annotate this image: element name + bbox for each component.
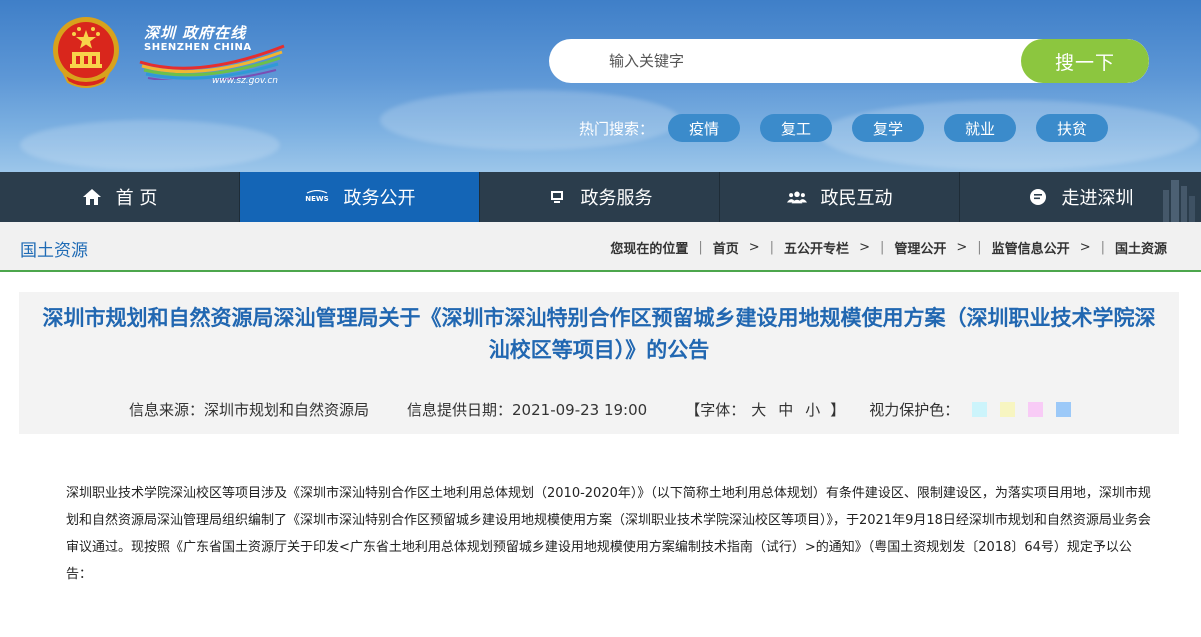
eye-color-swatch-blue[interactable] [1056,402,1072,417]
nav-item-gov-affairs-open[interactable]: NEWS 政务公开 [240,172,480,222]
people-icon [786,187,807,207]
section-title[interactable]: 国土资源 [20,236,88,261]
nav-item-gov-services[interactable]: 政务服务 [480,172,720,222]
font-size-suffix: 】 [830,401,846,419]
article-source: 信息来源：深圳市规划和自然资源局 [129,401,370,419]
article-body: 深圳职业技术学院深汕校区等项目涉及《深圳市深汕特别合作区土地利用总体规划（201… [66,480,1156,588]
eye-protection-label: 视力保护色： [869,401,960,419]
nav-item-about-shenzhen[interactable]: 走进深圳 [960,172,1201,222]
breadcrumb-management-open[interactable]: 管理公开 [894,238,946,257]
chat-icon [1028,187,1048,207]
logo-cn-text: 深圳 政府在线 [144,24,247,42]
hot-tag-poverty-relief[interactable]: 扶贫 [1036,114,1109,142]
shenzhen-logo[interactable]: 深圳 政府在线 SHENZHEN CHINA www.sz.gov.cn [138,18,288,90]
logo-site-text: www.sz.gov.cn [212,76,278,86]
hot-tag-resume-school[interactable]: 复学 [852,114,925,142]
hot-tag-employment[interactable]: 就业 [944,114,1017,142]
nav-label: 首 页 [115,188,158,209]
nav-item-home[interactable]: 首 页 [0,172,240,222]
eye-color-swatch-yellow[interactable] [1000,402,1016,417]
hot-search: 热门搜索： 疫情 复工 复学 就业 扶贫 [579,114,1128,142]
eye-color-swatch-pink[interactable] [1028,402,1044,417]
chevron-right-icon: > [859,240,870,255]
search-box: 搜一下 [549,39,1149,83]
font-size-large-button[interactable]: 大 [751,399,766,420]
breadcrumb-home[interactable]: 首页 [713,238,739,257]
font-size-prefix: 【字体： [685,401,746,419]
nav-label: 政务服务 [580,188,653,209]
hot-search-label: 热门搜索： [579,119,655,138]
skyline-decoration-icon [1163,180,1195,222]
font-size-medium-button[interactable]: 中 [778,399,793,420]
breadcrumb-location-label: 您现在的位置 [610,242,689,257]
logo-en-text: SHENZHEN CHINA [144,42,252,53]
eye-color-swatch-cyan[interactable] [972,402,988,417]
article-title: 深圳市规划和自然资源局深汕管理局关于《深圳市深汕特别合作区预留城乡建设用地规模使… [42,306,1156,362]
main-nav: 首 页 NEWS 政务公开 政务服务 政民互动 走进深圳 [0,172,1201,222]
article-header: 深圳市规划和自然资源局深汕管理局关于《深圳市深汕特别合作区预留城乡建设用地规模使… [19,292,1179,434]
nav-label: 走进深圳 [1061,188,1134,209]
font-size-small-button[interactable]: 小 [805,399,820,420]
nav-label: 政务公开 [343,188,416,209]
search-button[interactable]: 搜一下 [1021,39,1149,83]
nav-label: 政民互动 [820,188,893,209]
breadcrumb-land-resources[interactable]: 国土资源 [1115,238,1167,257]
home-icon [82,187,102,207]
hot-tag-epidemic[interactable]: 疫情 [668,114,741,142]
monitor-icon [547,187,567,207]
chevron-right-icon: > [956,240,968,255]
chevron-right-icon: > [748,240,760,255]
breadcrumb-bar: 国土资源 您现在的位置 | 首页 > | 五公开专栏 > | 管理公开 > | … [0,222,1201,272]
article-meta: 信息来源：深圳市规划和自然资源局 信息提供日期：2021-09-23 19:00… [129,399,1072,420]
nav-item-public-interaction[interactable]: 政民互动 [720,172,960,222]
article-paragraph: 深圳职业技术学院深汕校区等项目涉及《深圳市深汕特别合作区土地利用总体规划（201… [66,486,1151,582]
article-date: 信息提供日期：2021-09-23 19:00 [407,401,648,419]
national-emblem-icon[interactable] [50,12,122,92]
search-input[interactable] [549,39,1019,83]
site-header: 深圳 政府在线 SHENZHEN CHINA www.sz.gov.cn 搜一下… [0,0,1201,172]
chevron-right-icon: > [1079,240,1091,255]
svg-text:NEWS: NEWS [305,195,328,203]
breadcrumb: 您现在的位置 | 首页 > | 五公开专栏 > | 管理公开 > | 监管信息公… [610,238,1167,257]
news-icon: NEWS [304,187,330,207]
breadcrumb-supervision-info[interactable]: 监管信息公开 [992,238,1070,257]
breadcrumb-five-open[interactable]: 五公开专栏 [784,238,849,257]
hot-tag-resume-work[interactable]: 复工 [760,114,833,142]
